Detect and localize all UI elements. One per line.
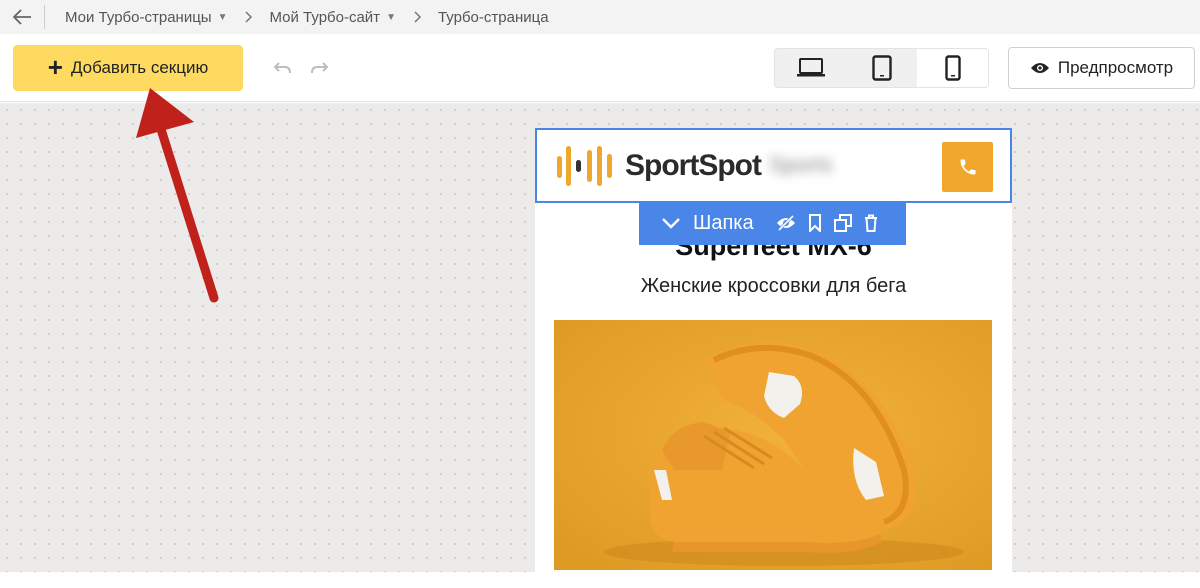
bookmark-icon[interactable] [808,214,822,232]
header-section[interactable]: SportSpot Sports [535,128,1012,203]
chevron-right-icon [414,11,422,23]
eye-icon [1030,63,1049,73]
divider [44,5,45,29]
product-image [554,320,992,570]
redo-button[interactable] [308,58,330,78]
breadcrumb-label: Мой Турбо-сайт [269,8,381,26]
section-name: Шапка [693,211,754,234]
chevron-down-icon[interactable] [661,216,681,230]
breadcrumb-bar: Мои Турбо-страницы ▼ Мой Турбо-сайт ▼ Ту… [0,0,1200,34]
annotation-arrow-icon [136,88,219,303]
add-section-button[interactable]: + Добавить секцию [13,45,243,91]
trash-icon[interactable] [864,214,878,232]
section-toolbar: Шапка [639,201,906,245]
breadcrumb-item-turbo-site[interactable]: Мой Турбо-сайт ▼ [269,9,395,26]
turbo-page-preview: SportSpot Sports Шапка Superfeet MX-6 Же… [535,128,1012,588]
brand-name: SportSpot [625,149,762,182]
sneakers-image [554,320,992,570]
caret-down-icon: ▼ [217,11,228,23]
tablet-icon [871,55,892,81]
device-switcher [774,48,989,88]
arrow-left-icon [12,9,31,25]
phone-icon [960,159,975,175]
undo-button[interactable] [272,58,294,78]
breadcrumb-item-turbo-pages[interactable]: Мои Турбо-страницы ▼ [65,9,227,26]
laptop-icon [796,58,825,77]
redo-icon [311,62,329,74]
breadcrumb-item-turbo-page: Турбо-страница [438,9,549,26]
sportspot-logo-icon [557,146,612,186]
device-desktop-button[interactable] [775,49,846,87]
caret-down-icon: ▼ [386,11,396,23]
preview-button[interactable]: Предпросмотр [1008,47,1195,89]
brand-suffix-blurred: Sports [769,152,833,177]
smartphone-icon [944,55,961,81]
breadcrumb-label: Турбо-страница [437,8,549,26]
eye-off-icon[interactable] [776,215,796,231]
chevron-right-icon [245,11,253,23]
undo-icon [273,62,291,74]
call-button[interactable] [942,142,993,192]
plus-icon: + [47,51,63,82]
preview-label: Предпросмотр [1057,58,1174,77]
duplicate-icon[interactable] [833,214,852,232]
back-button[interactable] [0,0,44,34]
breadcrumb-label: Мои Турбо-страницы [65,8,212,26]
product-subtitle: Женские кроссовки для бега [640,275,907,297]
device-mobile-button[interactable] [917,49,988,87]
device-tablet-button[interactable] [846,49,917,87]
add-section-label: Добавить секцию [70,58,209,77]
